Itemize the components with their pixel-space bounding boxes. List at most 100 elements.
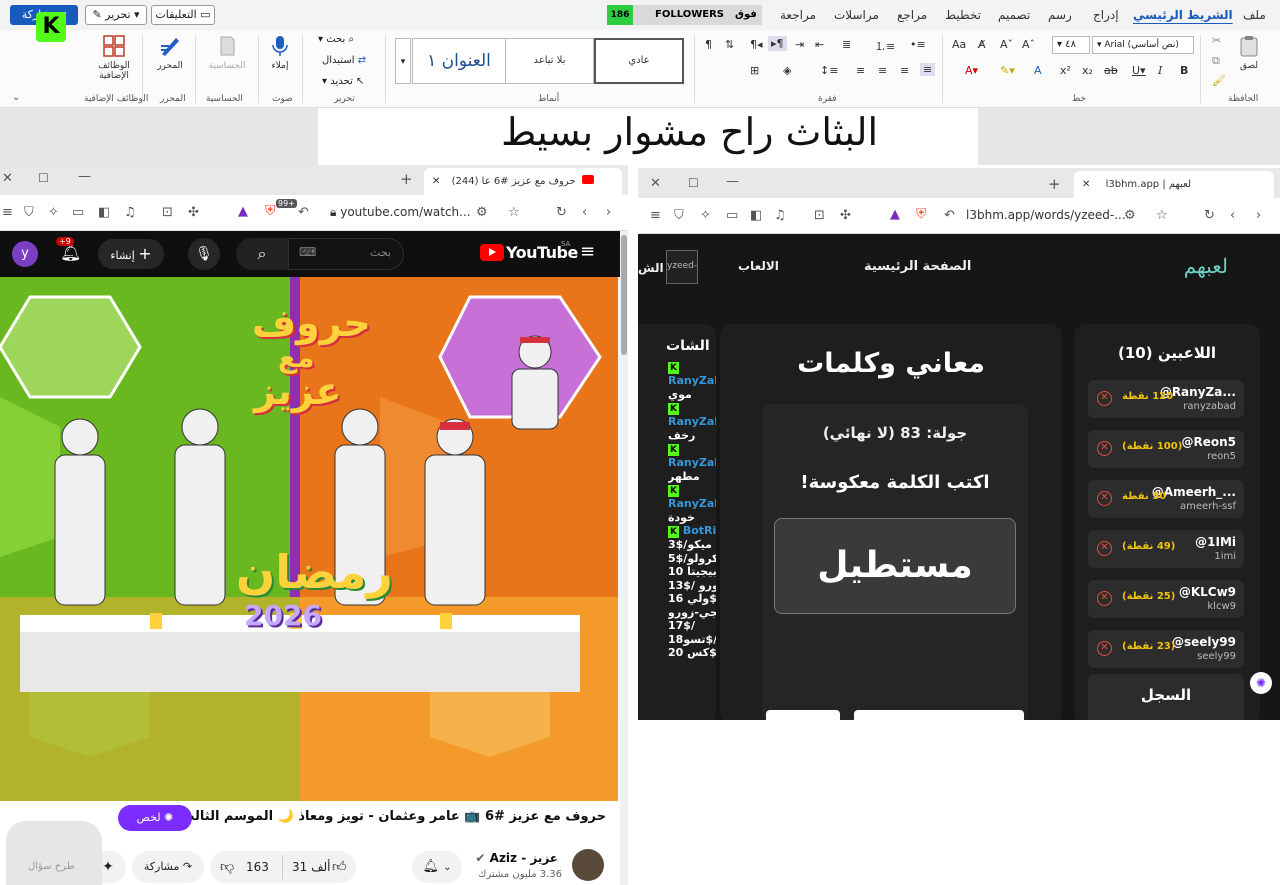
back-icon[interactable]: ‹	[582, 205, 587, 220]
tab-layout[interactable]: تخطيط	[945, 8, 981, 22]
url-text[interactable]: 🔒︎ youtube.com/watch...	[330, 205, 471, 220]
hamburger-menu-icon[interactable]: ≡	[580, 241, 595, 262]
reload-icon[interactable]: ↻	[1204, 208, 1215, 223]
screenshot-icon[interactable]: ⊡	[814, 208, 825, 223]
remove-player-icon[interactable]: ✕	[1097, 641, 1112, 656]
tab-design[interactable]: تصميم	[998, 8, 1030, 22]
answer-input[interactable]	[766, 710, 840, 720]
share-page-icon[interactable]: ↶	[298, 205, 309, 220]
forward-icon[interactable]: ›	[1256, 208, 1261, 223]
channel-avatar[interactable]	[572, 849, 604, 881]
voice-search-button[interactable]: 🎙︎	[188, 238, 220, 270]
maximize-icon[interactable]: ☐	[38, 171, 49, 185]
media-icon[interactable]: ♫	[774, 208, 786, 223]
font-name-select[interactable]: ▾ Arial (نص أساسي)	[1092, 36, 1194, 54]
shield-icon[interactable]: ⛉	[674, 208, 684, 223]
font-size-select[interactable]: ▾ ٤٨	[1052, 36, 1090, 54]
extensions-icon[interactable]: ✧	[700, 208, 711, 223]
dictate-button[interactable]: إملاء	[262, 34, 298, 71]
nav-games-link[interactable]: الالعاب	[738, 259, 779, 273]
brave-rewards-icon[interactable]: ▲	[238, 204, 248, 219]
grow-font-icon[interactable]: Aˆ	[1022, 38, 1035, 51]
scrollbar-thumb[interactable]	[621, 235, 627, 355]
sort-icon[interactable]: ⇅	[725, 38, 734, 51]
sidebar-icon[interactable]: ◧	[750, 208, 762, 223]
remove-player-icon[interactable]: ✕	[1097, 591, 1112, 606]
share-video-button[interactable]: مشاركة ↷	[132, 851, 204, 883]
extensions-icon[interactable]: ✧	[48, 205, 59, 220]
site-logo[interactable]: لعبهم	[1184, 254, 1228, 278]
bookmark-icon[interactable]: ☆	[508, 205, 520, 220]
channel-name[interactable]: عزيز - Aziz ✔	[475, 851, 558, 865]
ribbon-collapse-icon[interactable]: ⌄	[12, 92, 20, 103]
site-settings-icon[interactable]: ⚙	[1124, 208, 1136, 223]
tab-home[interactable]: الشريط الرئيسي	[1133, 8, 1233, 22]
puzzle-icon[interactable]: ✣	[840, 208, 851, 223]
shading-icon[interactable]: ◈	[783, 64, 791, 77]
italic-icon[interactable]: I	[1158, 64, 1162, 77]
wallet-icon[interactable]: ▭	[72, 205, 84, 220]
tab-file[interactable]: ملف	[1243, 8, 1266, 22]
font-color-icon[interactable]: A▾	[965, 64, 978, 77]
site-settings-icon[interactable]: ⚙	[476, 205, 488, 220]
screenshot-icon[interactable]: ⊡	[162, 205, 173, 220]
tab-close-icon[interactable]: ✕	[432, 176, 440, 187]
editor-button[interactable]: المحرر	[150, 34, 190, 71]
line-spacing-icon[interactable]: ↕≡	[820, 64, 838, 77]
comments-button[interactable]: التعليقات ▭	[151, 5, 215, 25]
styles-expand-button[interactable]: ▾	[395, 38, 411, 84]
menu-icon[interactable]: ≡	[650, 208, 661, 223]
back-icon[interactable]: ‹	[1230, 208, 1235, 223]
url-text[interactable]: l3bhm.app/words/yzeed-...	[966, 208, 1126, 222]
avatar[interactable]: y	[12, 241, 38, 267]
brave-shield-icon[interactable]: ⛨	[916, 206, 927, 222]
tab-youtube[interactable]: ✕ (244) حروف مع عزيز #6 عا	[424, 168, 622, 195]
ask-question-panel[interactable]: طرح سؤال	[6, 821, 102, 885]
media-icon[interactable]: ♫	[124, 205, 136, 220]
subscript-icon[interactable]: x₂	[1082, 64, 1093, 77]
close-window-icon[interactable]: ✕	[650, 176, 661, 191]
underline-icon[interactable]: U▾	[1132, 64, 1146, 77]
remove-player-icon[interactable]: ✕	[1097, 391, 1112, 406]
tab-insert[interactable]: إدراج	[1093, 8, 1119, 22]
find-button[interactable]: ▾ بحث ⌕	[318, 34, 354, 45]
new-tab-icon[interactable]: +	[400, 170, 413, 188]
numbered-list-icon[interactable]: ⒈≡	[875, 38, 895, 54]
minimize-icon[interactable]: —	[78, 169, 91, 184]
share-page-icon[interactable]: ↶	[944, 208, 955, 223]
scrollbar[interactable]	[620, 231, 628, 885]
style-heading1[interactable]: العنوان ١	[412, 38, 506, 84]
align-center-icon[interactable]: ≡	[900, 64, 909, 77]
search-button[interactable]: ⌕	[236, 238, 288, 270]
ltr-paragraph-icon[interactable]: ▸¶	[768, 36, 787, 51]
nav-home-link[interactable]: الصفحة الرئيسية	[864, 259, 971, 274]
align-left-icon[interactable]: ≡	[920, 63, 936, 76]
close-window-icon[interactable]: ✕	[2, 171, 13, 186]
maximize-icon[interactable]: ☐	[688, 176, 699, 190]
shield-icon[interactable]: ⛉	[24, 205, 34, 220]
remove-player-icon[interactable]: ✕	[1097, 441, 1112, 456]
borders-icon[interactable]: ⊞	[750, 64, 759, 77]
reload-icon[interactable]: ↻	[556, 205, 567, 220]
superscript-icon[interactable]: x²	[1060, 64, 1071, 77]
style-normal[interactable]: عادي	[594, 38, 684, 84]
shrink-font-icon[interactable]: Aˇ	[1000, 38, 1013, 51]
like-icon[interactable]: 👍︎	[332, 858, 347, 875]
document-page[interactable]: البثاث راح مشوار بسيط	[318, 108, 978, 165]
paste-button[interactable]: لصق	[1232, 34, 1266, 71]
forward-icon[interactable]: ›	[606, 205, 611, 220]
text-effects-icon[interactable]: A	[1034, 64, 1042, 77]
multilevel-list-icon[interactable]: ≣	[842, 38, 851, 51]
create-button[interactable]: إنشاء +	[98, 239, 164, 269]
increase-indent-icon[interactable]: ⇥	[795, 38, 804, 51]
nav-cut-link[interactable]: الش	[638, 261, 664, 275]
align-right-icon[interactable]: ≡	[878, 64, 887, 77]
sensitivity-button[interactable]: الحساسية	[200, 34, 254, 71]
new-tab-icon[interactable]: +	[1048, 175, 1061, 193]
rtl-paragraph-icon[interactable]: ¶◂	[750, 38, 763, 51]
notifications-icon[interactable]: 🔔︎	[60, 243, 82, 263]
bold-icon[interactable]: B	[1180, 64, 1188, 77]
copy-icon[interactable]: ⧉	[1212, 54, 1220, 68]
subscribe-bell-button[interactable]: 🔔︎ ⌄	[412, 851, 462, 883]
wallet-icon[interactable]: ▭	[726, 208, 738, 223]
